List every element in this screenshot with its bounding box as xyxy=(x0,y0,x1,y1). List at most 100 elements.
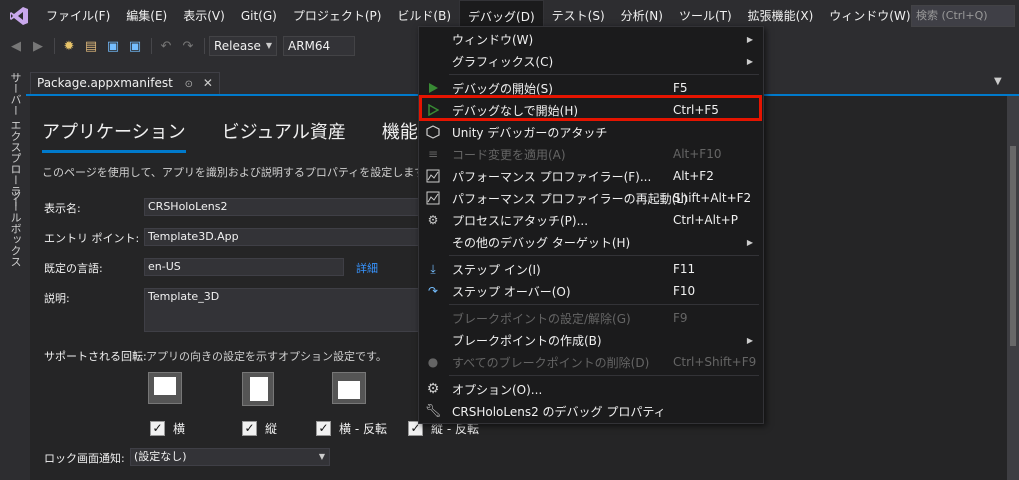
menu-item-shortcut: F11 xyxy=(673,262,696,276)
landscape-flipped-checkbox[interactable]: ✓ 横 - 反転 xyxy=(316,420,387,437)
entry-point-input[interactable]: Template3D.App xyxy=(144,228,424,246)
menu-item-shortcut: Shift+Alt+F2 xyxy=(673,191,752,205)
menu-item-apply-code-changes[interactable]: ≡ コード変更を適用(A) Alt+F10 xyxy=(419,143,763,165)
toolbox-tab[interactable]: ツールボックス xyxy=(7,190,23,267)
menu-item-shortcut: Alt+F2 xyxy=(673,169,714,183)
portrait-orientation-icon xyxy=(242,372,274,406)
open-folder-icon[interactable]: ▤ xyxy=(81,36,101,56)
menu-item-shortcut: Ctrl+Shift+F9 xyxy=(673,355,757,369)
menu-item-shortcut: F5 xyxy=(673,81,688,95)
configuration-select[interactable]: Release ▼ xyxy=(209,36,277,56)
menu-item-label: パフォーマンス プロファイラーの再起動(L) xyxy=(452,191,688,206)
gear-icon: ⚙ xyxy=(426,381,440,397)
menu-item-shortcut: Ctrl+Alt+P xyxy=(673,213,738,227)
new-project-icon[interactable]: ✹ xyxy=(59,36,79,56)
menu-item-shortcut: Alt+F10 xyxy=(673,147,722,161)
submenu-arrow-icon: ▶ xyxy=(746,34,753,44)
chevron-down-icon: ▼ xyxy=(318,452,325,461)
menu-item-performance-profiler[interactable]: パフォーマンス プロファイラー(F)... Alt+F2 xyxy=(419,165,763,187)
menu-item-label: グラフィックス(C) xyxy=(452,54,554,69)
debug-menu: ウィンドウ(W) ▶ グラフィックス(C) ▶ デバッグの開始(S) F5 デバ… xyxy=(418,26,764,424)
supported-rotations-description: アプリの向きの設定を示すオプション設定です。 xyxy=(146,350,387,363)
tab-options-icon[interactable]: ▼ xyxy=(994,76,1002,87)
pin-icon[interactable]: ⊙ xyxy=(185,79,193,90)
close-icon[interactable]: ✕ xyxy=(203,76,213,90)
vertical-scrollbar[interactable] xyxy=(1007,96,1019,480)
delete-breakpoints-icon: ● xyxy=(427,355,439,369)
wrench-icon: 🔧︎ xyxy=(424,403,442,419)
menu-item-options[interactable]: ⚙ オプション(O)... xyxy=(419,378,763,400)
menu-separator xyxy=(449,375,759,376)
server-explorer-tab[interactable]: サーバー エクスプローラー xyxy=(7,72,23,208)
language-more-link[interactable]: 詳細 xyxy=(356,260,378,276)
portrait-checkbox[interactable]: ✓ 縦 xyxy=(242,420,277,437)
undo-icon[interactable]: ↶ xyxy=(156,36,176,56)
landscape-flipped-label: 横 - 反転 xyxy=(339,422,387,436)
display-name-input[interactable]: CRSHoloLens2 xyxy=(144,198,424,216)
toolbar-separator xyxy=(204,38,205,54)
forward-icon[interactable]: ▶ xyxy=(28,36,48,56)
menu-item-label: ウィンドウ(W) xyxy=(452,32,534,47)
menu-item-label: ステップ イン(I) xyxy=(452,262,541,277)
menu-file[interactable]: ファイル(F) xyxy=(38,0,118,32)
menu-item-other-debug-targets[interactable]: その他のデバッグ ターゲット(H) ▶ xyxy=(419,231,763,253)
menu-item-debug-properties[interactable]: 🔧︎ CRSHoloLens2 のデバッグ プロパティ xyxy=(419,400,763,422)
landscape-label: 横 xyxy=(173,422,186,436)
save-all-icon[interactable]: ▣ xyxy=(125,36,145,56)
document-tab[interactable]: Package.appxmanifest ⊙ ✕ xyxy=(30,72,220,94)
tab-visual-assets[interactable]: ビジュアル資産 xyxy=(222,118,346,153)
checkmark-icon: ✓ xyxy=(242,421,257,436)
submenu-arrow-icon: ▶ xyxy=(746,237,753,247)
platform-value: ARM64 xyxy=(288,39,331,53)
menu-item-delete-all-breakpoints[interactable]: ● すべてのブレークポイントの削除(D) Ctrl+Shift+F9 xyxy=(419,351,763,373)
menu-item-toggle-breakpoint[interactable]: ブレークポイントの設定/解除(G) F9 xyxy=(419,307,763,329)
menu-separator xyxy=(449,255,759,256)
attach-process-icon: ⚙ xyxy=(427,213,439,227)
menu-project[interactable]: プロジェクト(P) xyxy=(285,0,390,32)
menu-item-graphics[interactable]: グラフィックス(C) ▶ xyxy=(419,50,763,72)
menu-item-label: ブレークポイントの作成(B) xyxy=(452,333,602,348)
menu-item-attach-unity-debugger[interactable]: Unity デバッガーのアタッチ xyxy=(419,121,763,143)
configuration-value: Release xyxy=(214,39,261,53)
default-language-input[interactable]: en-US xyxy=(144,258,344,276)
menu-item-label: すべてのブレークポイントの削除(D) xyxy=(452,355,650,370)
menu-item-label: その他のデバッグ ターゲット(H) xyxy=(452,235,631,250)
toolbar-separator xyxy=(54,38,55,54)
menu-item-attach-to-process[interactable]: ⚙ プロセスにアタッチ(P)... Ctrl+Alt+P xyxy=(419,209,763,231)
tab-capabilities[interactable]: 機能 xyxy=(382,118,418,153)
landscape-checkbox[interactable]: ✓ 横 xyxy=(150,420,185,437)
lock-screen-label: ロック画面通知: xyxy=(44,452,125,465)
platform-select[interactable]: ARM64 xyxy=(283,36,355,56)
menu-git[interactable]: Git(G) xyxy=(233,0,285,32)
menu-item-windows[interactable]: ウィンドウ(W) ▶ xyxy=(419,28,763,50)
tab-application[interactable]: アプリケーション xyxy=(42,118,186,153)
redo-icon[interactable]: ↷ xyxy=(178,36,198,56)
step-into-icon: ⤓ xyxy=(430,261,436,276)
checkmark-icon: ✓ xyxy=(316,421,331,436)
menu-item-label: パフォーマンス プロファイラー(F)... xyxy=(452,169,652,184)
lock-screen-select[interactable]: (設定なし) ▼ xyxy=(130,448,330,466)
submenu-arrow-icon: ▶ xyxy=(746,56,753,66)
search-input[interactable]: 検索 (Ctrl+Q) xyxy=(911,5,1015,27)
profiler-icon xyxy=(425,168,441,184)
back-icon[interactable]: ◀ xyxy=(6,36,26,56)
document-tab-title: Package.appxmanifest xyxy=(37,76,173,90)
description-input[interactable]: Template_3D xyxy=(144,288,424,332)
checkmark-icon: ✓ xyxy=(150,421,165,436)
menu-item-step-into[interactable]: ⤓ ステップ イン(I) F11 xyxy=(419,258,763,280)
menu-view[interactable]: 表示(V) xyxy=(175,0,233,32)
scrollbar-thumb[interactable] xyxy=(1010,146,1016,346)
portrait-label: 縦 xyxy=(265,422,278,436)
menu-item-label: コード変更を適用(A) xyxy=(452,147,566,162)
menu-item-relaunch-profiler[interactable]: パフォーマンス プロファイラーの再起動(L) Shift+Alt+F2 xyxy=(419,187,763,209)
menu-item-step-over[interactable]: ↷ ステップ オーバー(O) F10 xyxy=(419,280,763,302)
profiler-restart-icon xyxy=(425,190,441,206)
submenu-arrow-icon: ▶ xyxy=(746,335,753,345)
menu-item-label: Unity デバッガーのアタッチ xyxy=(452,125,608,140)
play-filled-icon xyxy=(425,80,441,96)
menu-edit[interactable]: 編集(E) xyxy=(118,0,175,32)
menu-item-new-breakpoint[interactable]: ブレークポイントの作成(B) ▶ xyxy=(419,329,763,351)
save-icon[interactable]: ▣ xyxy=(103,36,123,56)
menu-window[interactable]: ウィンドウ(W) xyxy=(821,0,918,32)
menu-item-label: CRSHoloLens2 のデバッグ プロパティ xyxy=(452,404,666,419)
